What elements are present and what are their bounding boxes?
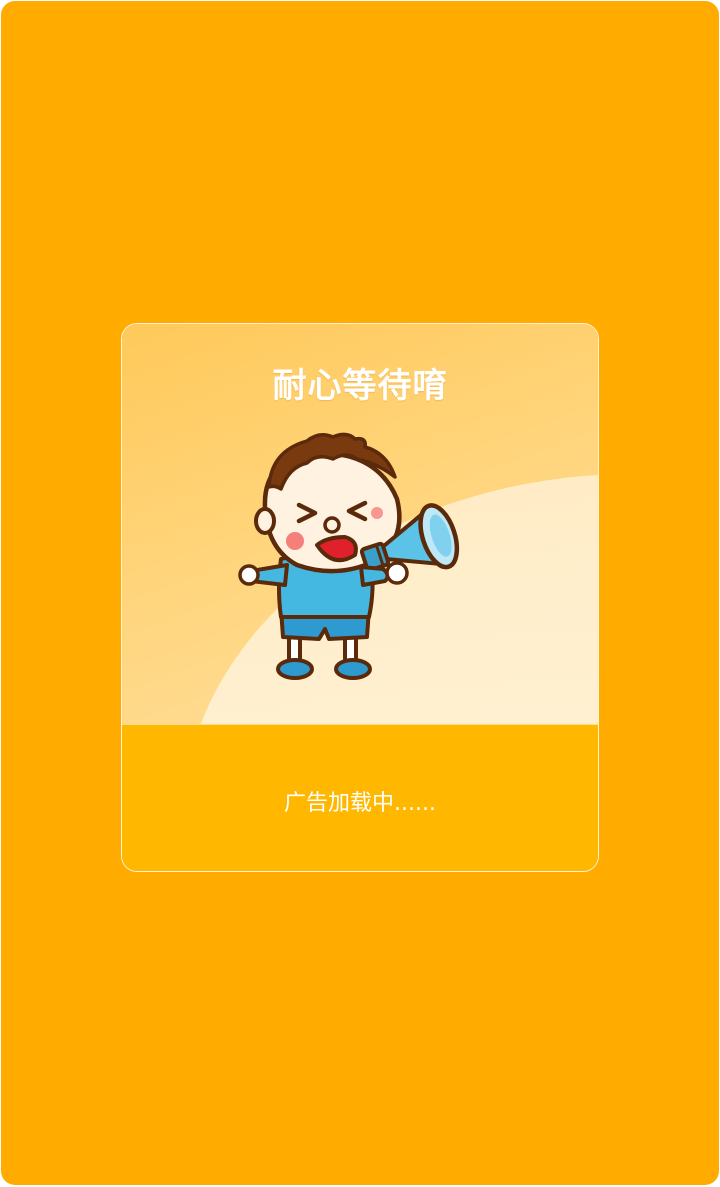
ad-loading-screen: 耐心等待唷 广告加载中...... [1, 1, 719, 1185]
loading-dialog: 耐心等待唷 广告加载中...... [121, 323, 599, 872]
dialog-footer-area: 广告加载中...... [122, 724, 598, 871]
boy-with-megaphone-icon [238, 432, 460, 680]
dialog-header-area: 耐心等待唷 [122, 324, 598, 724]
loading-status-text: 广告加载中...... [284, 791, 436, 816]
dialog-title: 耐心等待唷 [272, 366, 448, 406]
